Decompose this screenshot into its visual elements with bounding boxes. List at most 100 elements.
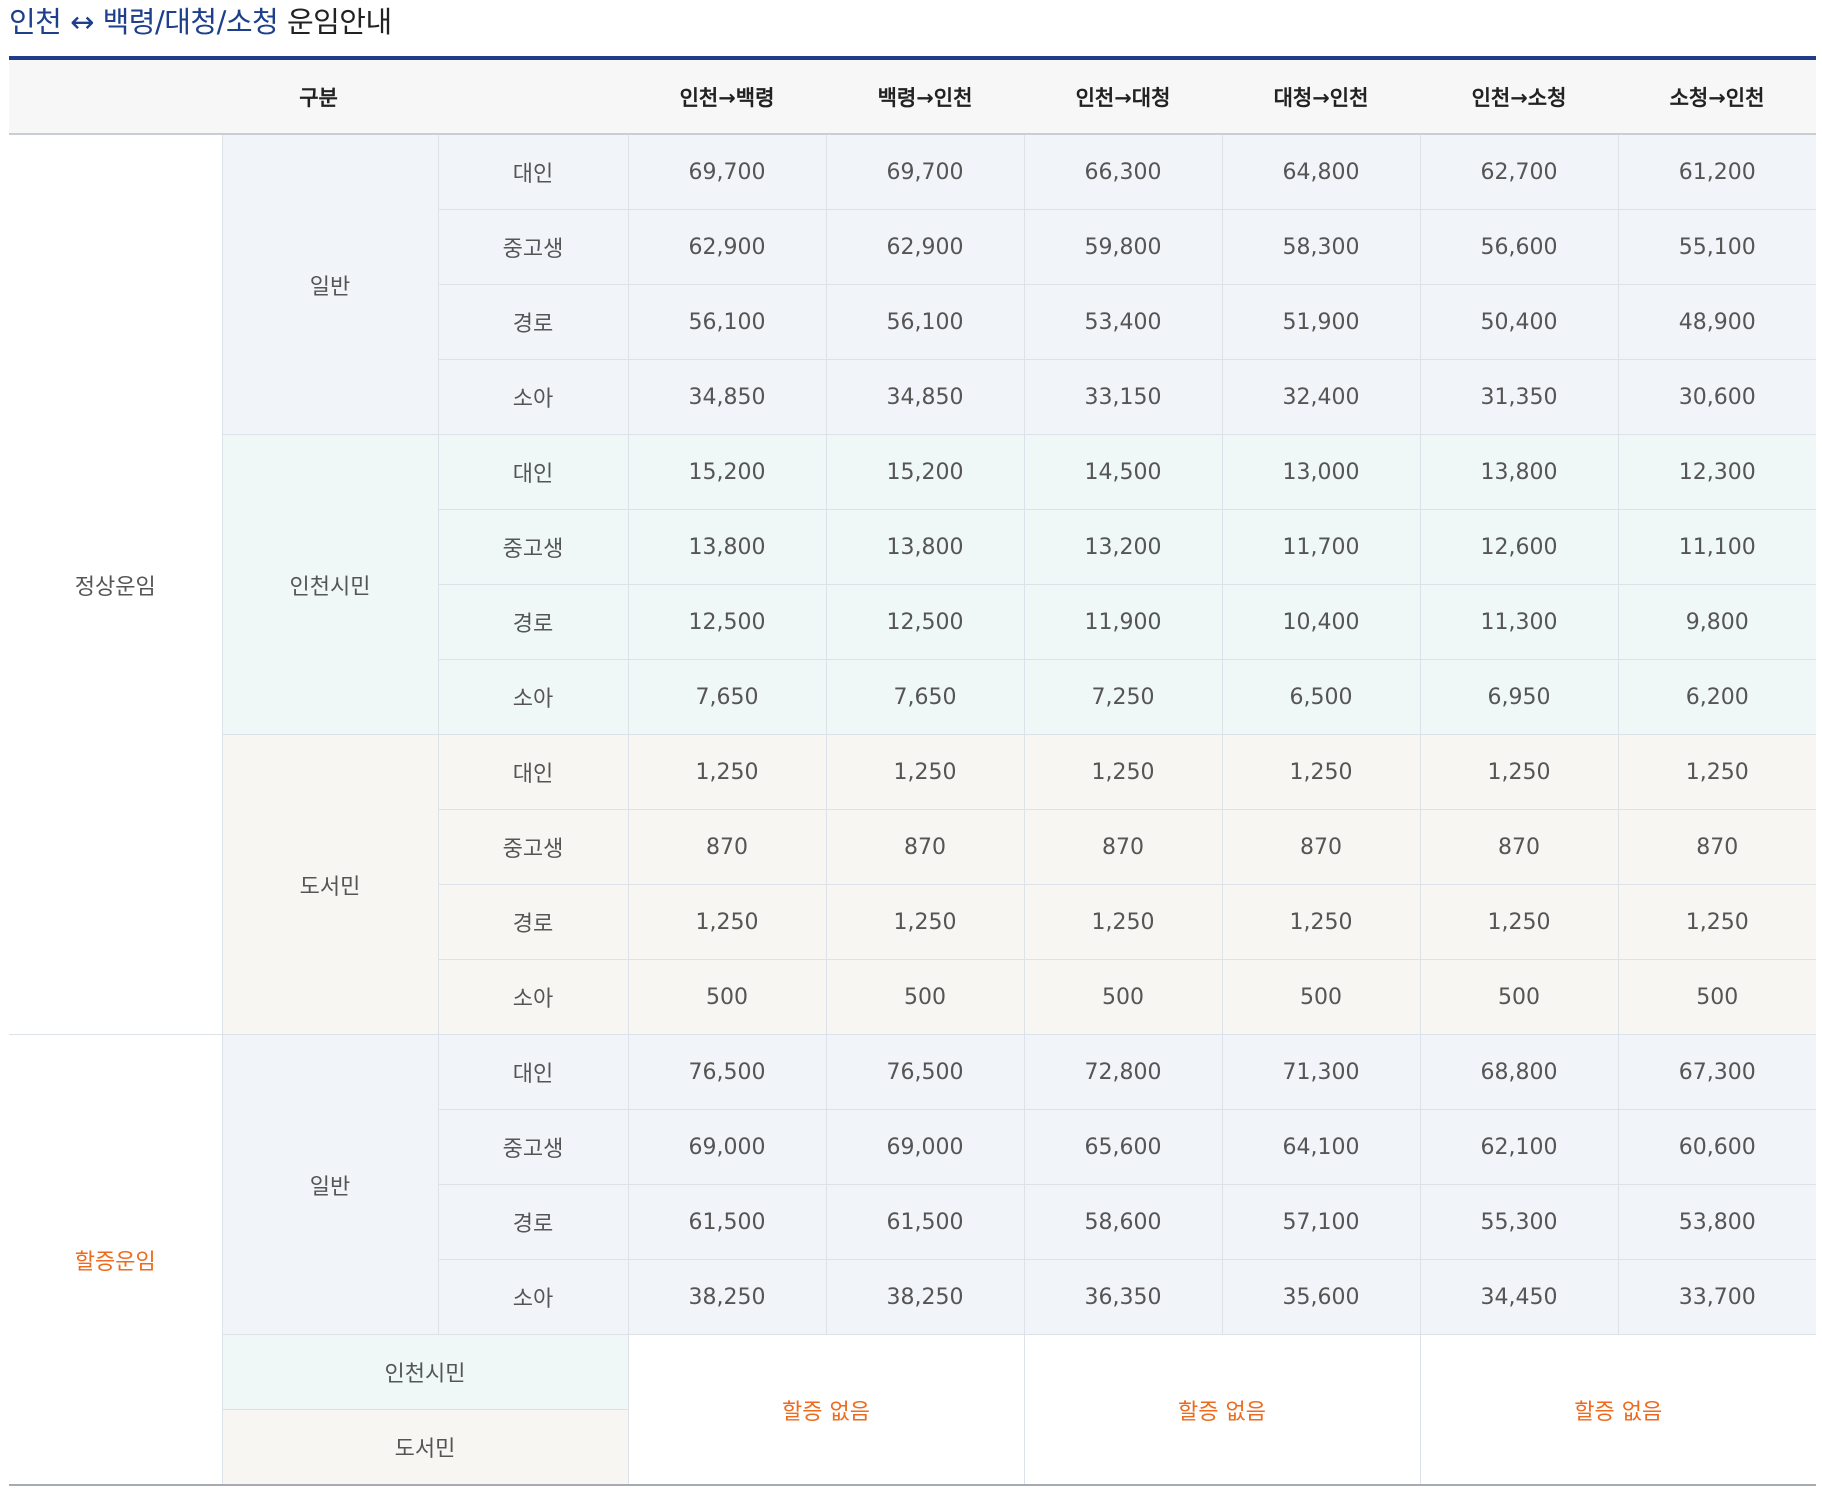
no-surcharge-note: 할증 없음 [627,1334,1025,1486]
fare-cell: 6,500 [1221,659,1421,735]
fare-cell: 1,250 [1617,734,1817,810]
fare-cell: 34,850 [825,359,1025,435]
header-route: 인천→소청 [1420,60,1619,135]
passenger-type: 경로 [437,284,629,360]
fare-cell: 53,800 [1617,1184,1817,1260]
fare-cell: 61,500 [627,1184,827,1260]
passenger-type: 중고생 [437,1109,629,1185]
header-route: 대청→인천 [1222,60,1421,135]
fare-cell: 38,250 [825,1259,1025,1335]
no-surcharge-note: 할증 없음 [1023,1334,1421,1486]
fare-cell: 1,250 [1023,734,1223,810]
fare-cell: 67,300 [1617,1034,1817,1110]
fare-cell: 76,500 [627,1034,827,1110]
header-route: 백령→인천 [826,60,1025,135]
fare-cell: 61,200 [1617,133,1817,210]
fare-cell: 11,100 [1617,509,1817,585]
passenger-type: 소아 [437,359,629,435]
table-row: 할증운임 일반 대인 76,500 76,500 72,800 71,300 6… [9,1034,1817,1486]
fare-cell: 33,150 [1023,359,1223,435]
fare-cell: 60,600 [1617,1109,1817,1185]
fare-cell: 50,400 [1419,284,1619,360]
fare-cell: 7,650 [627,659,827,735]
fare-cell: 1,250 [825,884,1025,960]
fare-cell: 500 [1023,959,1223,1035]
fare-cell: 500 [825,959,1025,1035]
fare-cell: 57,100 [1221,1184,1421,1260]
fare-cell: 1,250 [1221,734,1421,810]
passenger-type: 중고생 [437,509,629,585]
fare-cell: 1,250 [627,884,827,960]
fare-cell: 31,350 [1419,359,1619,435]
fare-cell: 14,500 [1023,434,1223,510]
fare-cell: 56,100 [627,284,827,360]
passenger-type: 대인 [437,734,629,810]
fare-cell: 30,600 [1617,359,1817,435]
fare-cell: 38,250 [627,1259,827,1335]
fare-cell: 7,650 [825,659,1025,735]
fare-table: 구분 인천→백령 백령→인천 인천→대청 대청→인천 인천→소청 소청→인천 정… [9,60,1817,1486]
fare-cell: 15,200 [825,434,1025,510]
fare-cell: 11,900 [1023,584,1223,660]
fare-guide: 인천 ↔ 백령/대청/소청 운임안내 구분 인천→백령 백령→인천 인천→대청 … [0,0,1817,1486]
passenger-type: 중고생 [437,209,629,285]
fare-cell: 69,000 [825,1109,1025,1185]
passenger-group-citizen: 인천시민 [221,434,439,735]
fare-cell: 1,250 [627,734,827,810]
passenger-type: 소아 [437,659,629,735]
fare-cell: 13,800 [1419,434,1619,510]
fare-cell: 15,200 [627,434,827,510]
page-title-route: 인천 ↔ 백령/대청/소청 [9,5,279,39]
page-title: 인천 ↔ 백령/대청/소청 운임안내 [9,0,1816,48]
passenger-type: 소아 [437,1259,629,1335]
fare-cell: 500 [1221,959,1421,1035]
header-route: 소청→인천 [1618,60,1817,135]
fare-cell: 35,600 [1221,1259,1421,1335]
fare-cell: 59,800 [1023,209,1223,285]
fare-cell: 33,700 [1617,1259,1817,1335]
passenger-type: 경로 [437,584,629,660]
table-row: 정상운임 일반 대인 69,700 69,700 66,300 64,800 6… [9,133,1817,1035]
fare-cell: 1,250 [1023,884,1223,960]
fare-cell: 72,800 [1023,1034,1223,1110]
fare-cell: 870 [627,809,827,885]
fare-cell: 65,600 [1023,1109,1223,1185]
fare-cell: 58,300 [1221,209,1421,285]
fare-cell: 1,250 [1419,734,1619,810]
passenger-type: 경로 [437,1184,629,1260]
fare-cell: 6,950 [1419,659,1619,735]
fare-cell: 55,300 [1419,1184,1619,1260]
fare-cell: 58,600 [1023,1184,1223,1260]
fare-cell: 69,700 [627,133,827,210]
fare-cell: 51,900 [1221,284,1421,360]
fare-cell: 55,100 [1617,209,1817,285]
fare-cell: 12,300 [1617,434,1817,510]
fare-cell: 13,800 [627,509,827,585]
fare-cell: 1,250 [1617,884,1817,960]
fare-cell: 69,700 [825,133,1025,210]
passenger-group-general: 일반 [221,133,439,435]
fare-cell: 13,200 [1023,509,1223,585]
fare-cell: 11,700 [1221,509,1421,585]
fare-category-regular: 정상운임 [9,133,223,1035]
fare-cell: 64,800 [1221,133,1421,210]
fare-cell: 1,250 [1419,884,1619,960]
passenger-type: 대인 [437,434,629,510]
fare-cell: 56,100 [825,284,1025,360]
passenger-group-general: 일반 [221,1034,439,1335]
fare-cell: 12,600 [1419,509,1619,585]
fare-cell: 62,700 [1419,133,1619,210]
no-surcharge-note: 할증 없음 [1419,1334,1817,1486]
passenger-type: 경로 [437,884,629,960]
fare-cell: 11,300 [1419,584,1619,660]
fare-cell: 870 [1617,809,1817,885]
passenger-group-citizen: 인천시민 [221,1334,629,1410]
page-title-suffix: 운임안내 [286,5,392,39]
passenger-type: 중고생 [437,809,629,885]
passenger-group-islander: 도서민 [221,734,439,1035]
fare-category-surcharge: 할증운임 [9,1034,223,1486]
header-route: 인천→대청 [1024,60,1223,135]
fare-cell: 71,300 [1221,1034,1421,1110]
fare-cell: 64,100 [1221,1109,1421,1185]
fare-cell: 12,500 [825,584,1025,660]
